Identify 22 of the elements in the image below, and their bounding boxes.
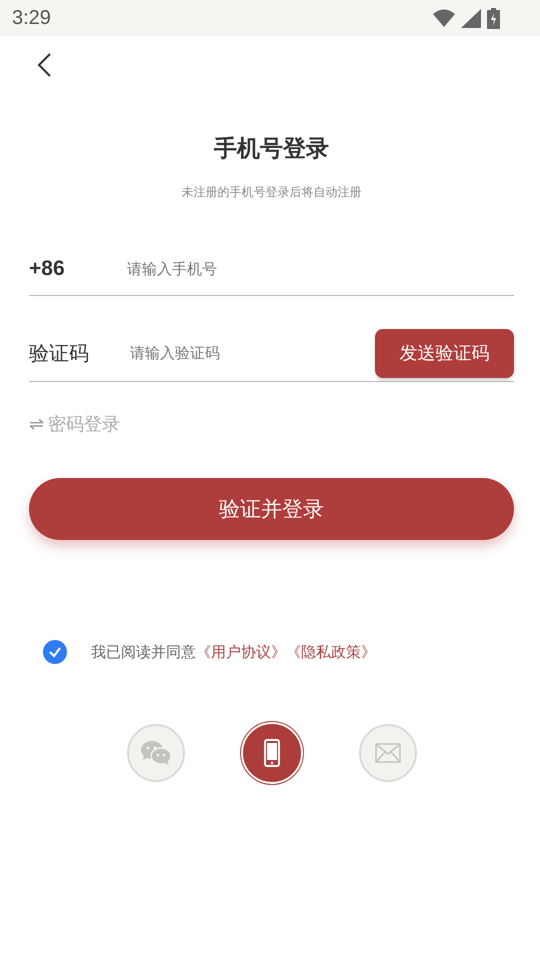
login-button[interactable]: 验证并登录 <box>29 478 514 540</box>
switch-icon: ⇌ <box>29 414 44 434</box>
clock: 3:29 <box>12 6 51 30</box>
policy-link[interactable]: 《隐私政策》 <box>286 642 376 660</box>
send-code-button[interactable]: 发送验证码 <box>375 328 514 378</box>
phone-icon <box>264 739 280 767</box>
envelope-icon <box>374 743 400 763</box>
code-label: 验证码 <box>29 340 90 366</box>
signal-icon <box>461 8 481 28</box>
wifi-icon <box>433 9 455 27</box>
agreement-text: 我已阅读并同意《用户协议》《隐私政策》 <box>91 642 376 662</box>
battery-icon <box>487 8 500 28</box>
code-input[interactable]: 请输入验证码 <box>130 344 375 362</box>
subtitle: 未注册的手机号登录后将自动注册 <box>180 184 362 201</box>
agree-checkbox[interactable] <box>43 640 67 664</box>
back-icon[interactable] <box>37 53 51 77</box>
phone-input[interactable]: 请输入手机号 <box>127 260 514 278</box>
policy-link[interactable]: 《用户协议》 <box>196 642 286 660</box>
chat-bubbles-icon <box>140 739 172 767</box>
checkmark-icon <box>48 645 62 659</box>
country-code[interactable]: +86 <box>29 257 127 281</box>
page-title: 手机号登录 <box>213 135 330 164</box>
